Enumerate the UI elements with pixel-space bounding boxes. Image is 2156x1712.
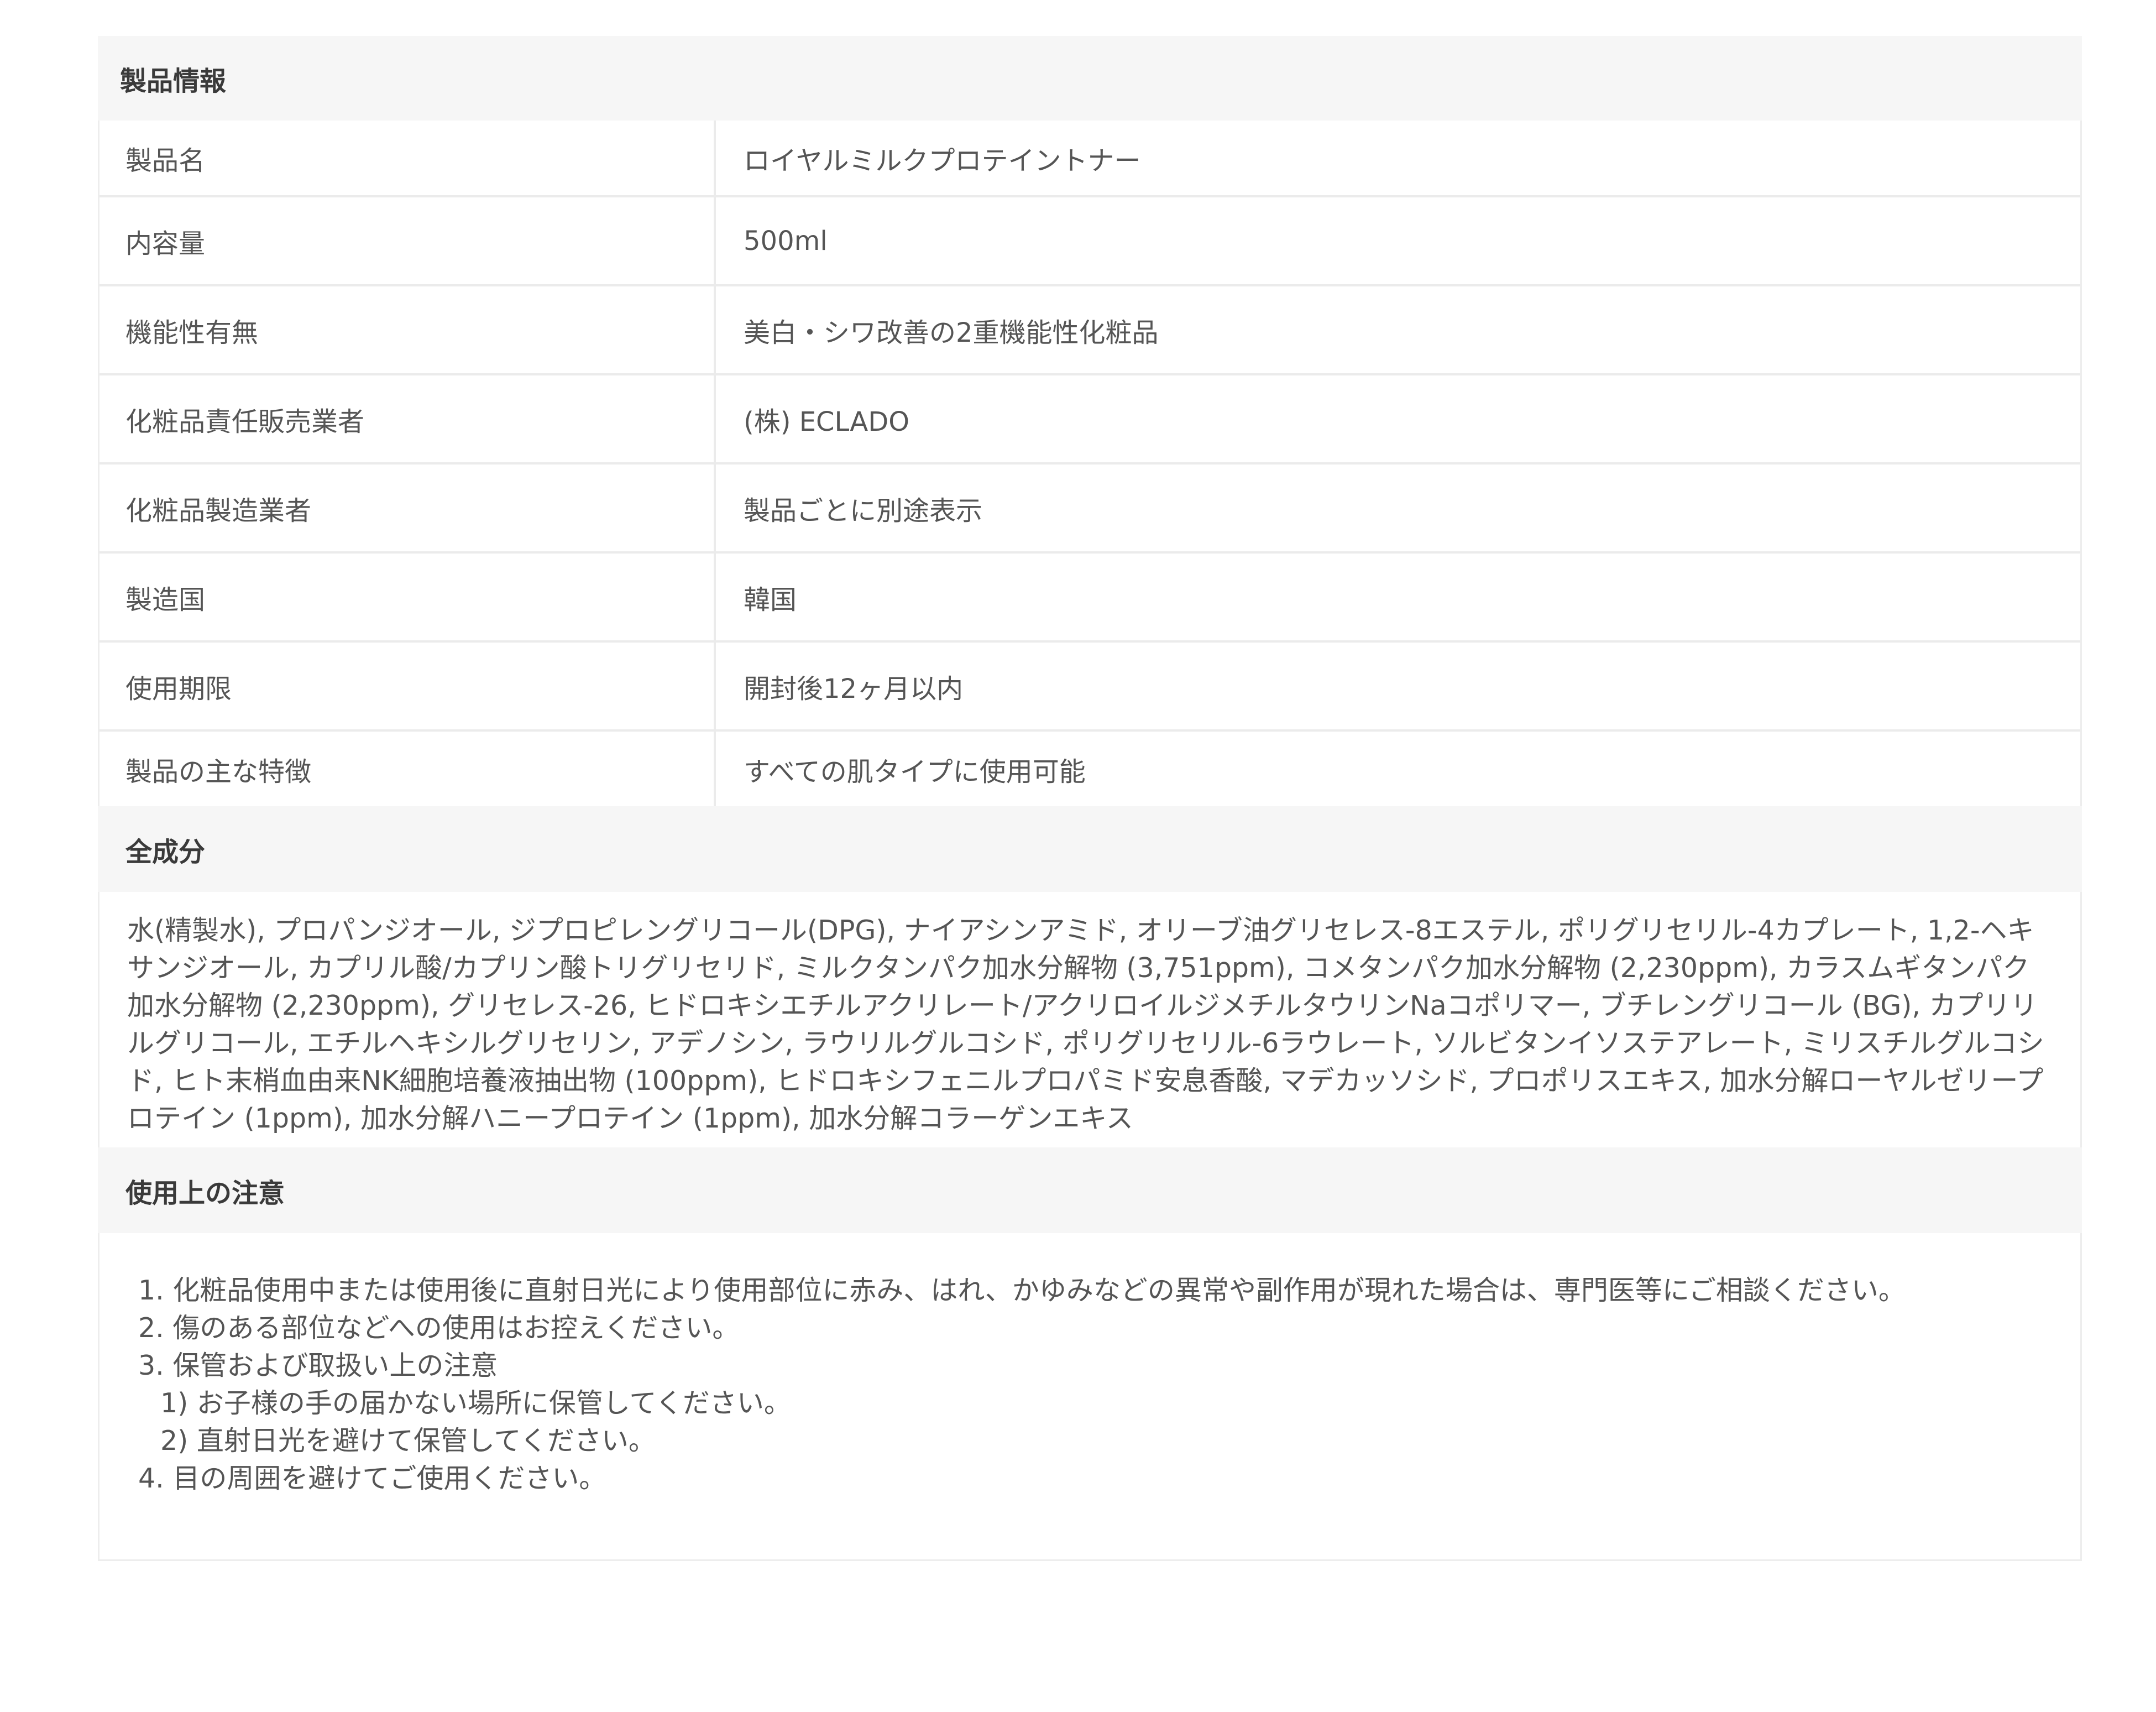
table-row: 製造国 韓国	[100, 551, 2080, 640]
row-label: 機能性有無	[100, 286, 714, 373]
row-value: ロイヤルミルクプロテイントナー	[714, 121, 2080, 195]
caution-subitem: 2) 直射日光を避けて保管してください。	[160, 1425, 656, 1457]
row-value: すべての肌タイプに使用可能	[714, 732, 2080, 806]
caution-subitem: 1) お子様の手の届かない場所に保管してください。	[160, 1387, 791, 1419]
row-label: 化粧品製造業者	[100, 464, 714, 551]
row-value: 美白・シワ改善の2重機能性化粧品	[714, 286, 2080, 373]
row-value: (株) ECLADO	[714, 375, 2080, 462]
caution-item: 1. 化粧品使用中または使用後に直射日光により使用部位に赤み、はれ、かゆみなどの…	[138, 1275, 1906, 1306]
caution-item: 3. 保管および取扱い上の注意	[138, 1350, 498, 1381]
row-label: 製造国	[100, 554, 714, 640]
caution-heading: 使用上の注意	[98, 1147, 2082, 1233]
table-row: 機能性有無 美白・シワ改善の2重機能性化粧品	[100, 284, 2080, 373]
table-row: 化粧品責任販売業者 (株) ECLADO	[100, 373, 2080, 462]
table-row: 使用期限 開封後12ヶ月以内	[100, 640, 2080, 729]
row-value: 製品ごとに別途表示	[714, 464, 2080, 551]
row-value: 500ml	[714, 197, 2080, 284]
row-label: 製品名	[100, 121, 714, 195]
row-label: 内容量	[100, 197, 714, 284]
caution-item: 4. 目の周囲を避けてご使用ください。	[138, 1463, 606, 1494]
table-row: 製品名 ロイヤルミルクプロテイントナー	[100, 121, 2080, 195]
table-row: 化粧品製造業者 製品ごとに別途表示	[100, 462, 2080, 551]
caution-item: 2. 傷のある部位などへの使用はお控えください。	[138, 1312, 740, 1344]
row-label: 使用期限	[100, 643, 714, 729]
product-info-table: 製品名 ロイヤルミルクプロテイントナー 内容量 500ml 機能性有無 美白・シ…	[98, 121, 2082, 806]
table-row: 内容量 500ml	[100, 195, 2080, 284]
caution-list: 1. 化粧品使用中または使用後に直射日光により使用部位に赤み、はれ、かゆみなどの…	[98, 1233, 2082, 1561]
row-value: 開封後12ヶ月以内	[714, 643, 2080, 729]
table-row: 製品の主な特徴 すべての肌タイプに使用可能	[100, 729, 2080, 806]
product-detail-panel: 製品情報 製品名 ロイヤルミルクプロテイントナー 内容量 500ml 機能性有無…	[98, 36, 2082, 1561]
row-label: 製品の主な特徴	[100, 732, 714, 806]
product-info-heading: 製品情報	[98, 36, 2082, 121]
ingredients-heading: 全成分	[98, 806, 2082, 892]
ingredients-text: 水(精製水), プロパンジオール, ジプロピレングリコール(DPG), ナイアシ…	[98, 892, 2082, 1147]
row-value: 韓国	[714, 554, 2080, 640]
row-label: 化粧品責任販売業者	[100, 375, 714, 462]
